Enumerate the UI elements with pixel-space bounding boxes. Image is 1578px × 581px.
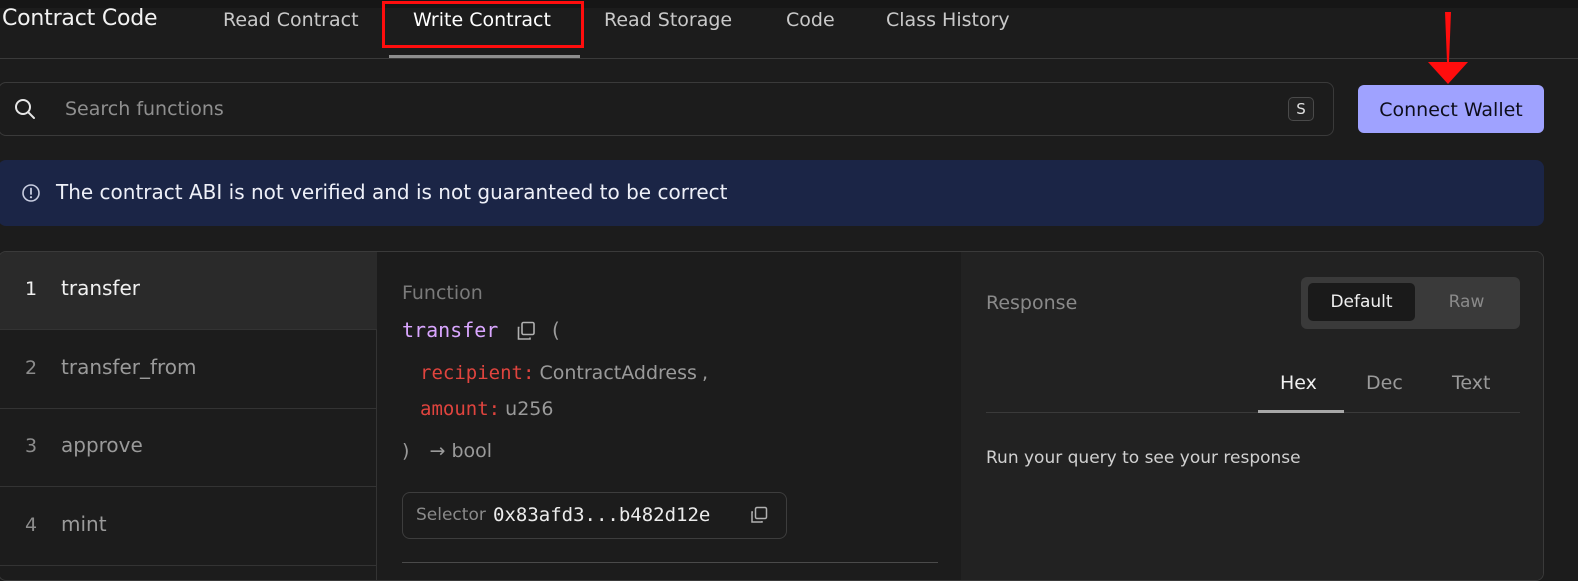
- response-mode-toggle: Default Raw: [1301, 277, 1520, 329]
- selector-box: Selector 0x83afd3...b482d12e: [402, 492, 787, 539]
- active-format-underline: [1258, 410, 1344, 413]
- copy-icon[interactable]: [515, 320, 537, 342]
- info-icon: [22, 184, 40, 202]
- param-type: u256: [505, 398, 554, 420]
- annotation-arrow-icon: [1428, 12, 1468, 84]
- response-empty-text: Run your query to see your response: [986, 448, 1301, 468]
- toggle-default[interactable]: Default: [1308, 283, 1415, 321]
- function-name: transfer: [61, 276, 140, 300]
- function-signature-name: transfer: [402, 318, 499, 342]
- contract-functions-panel: 1 transfer 2 transfer_from 3 approve 4 m…: [0, 251, 1544, 581]
- tab-class-history[interactable]: Class History: [886, 8, 1010, 32]
- selector-label: Selector: [416, 505, 486, 525]
- top-tab-bar: Contract Code Read Contract Write Contra…: [0, 0, 1578, 59]
- tab-code[interactable]: Code: [786, 8, 835, 32]
- function-detail: Function transfer ( recipient: ContractA…: [377, 252, 961, 580]
- function-index: 3: [25, 435, 38, 457]
- function-item-approve[interactable]: 3 approve: [0, 409, 377, 487]
- function-list: 1 transfer 2 transfer_from 3 approve 4 m…: [0, 252, 377, 580]
- return-type: bool: [451, 440, 493, 462]
- connect-wallet-button[interactable]: Connect Wallet: [1358, 85, 1544, 133]
- page-title: Contract Code: [2, 6, 158, 31]
- function-name: approve: [61, 433, 143, 457]
- tab-dec[interactable]: Dec: [1366, 372, 1403, 394]
- abi-warning-banner: The contract ABI is not verified and is …: [0, 160, 1544, 226]
- search-bar[interactable]: S: [0, 82, 1334, 136]
- function-item-mint[interactable]: 4 mint: [0, 488, 377, 566]
- return-line: ) → bool: [402, 440, 492, 462]
- annotation-highlight-box: [382, 1, 584, 48]
- toggle-raw[interactable]: Raw: [1419, 283, 1514, 321]
- search-shortcut-key: S: [1288, 97, 1314, 121]
- function-item-transfer-from[interactable]: 2 transfer_from: [0, 331, 377, 409]
- active-tab-underline: [389, 55, 580, 58]
- function-label: Function: [402, 282, 483, 304]
- divider: [402, 562, 938, 563]
- param-name: recipient:: [420, 362, 535, 384]
- format-tabs-divider: [986, 412, 1520, 413]
- param-separator: ,: [701, 362, 709, 384]
- function-index: 2: [25, 357, 38, 379]
- open-paren: (: [552, 318, 560, 342]
- function-name: transfer_from: [61, 355, 197, 379]
- tab-read-storage[interactable]: Read Storage: [604, 8, 732, 32]
- search-icon: [15, 99, 35, 119]
- function-index: 4: [25, 514, 38, 536]
- param-row-recipient: recipient: ContractAddress ,: [420, 362, 708, 384]
- function-item-transfer[interactable]: 1 transfer: [0, 252, 377, 330]
- param-row-amount: amount: u256: [420, 398, 553, 420]
- param-name: amount:: [420, 398, 501, 420]
- response-pane: Response Default Raw Hex Dec Text Run yo…: [961, 252, 1543, 580]
- selector-value: 0x83afd3...b482d12e: [493, 504, 711, 526]
- function-name: mint: [61, 512, 107, 536]
- close-paren: ): [402, 440, 410, 462]
- tab-hex[interactable]: Hex: [1280, 372, 1317, 394]
- search-input[interactable]: [65, 95, 1245, 123]
- response-label: Response: [986, 292, 1078, 314]
- tab-read-contract[interactable]: Read Contract: [223, 8, 359, 32]
- return-arrow-icon: →: [429, 440, 446, 462]
- copy-icon[interactable]: [749, 505, 769, 525]
- function-index: 1: [25, 278, 38, 300]
- param-type: ContractAddress: [539, 362, 697, 384]
- banner-text: The contract ABI is not verified and is …: [56, 180, 728, 204]
- tab-text[interactable]: Text: [1452, 372, 1490, 394]
